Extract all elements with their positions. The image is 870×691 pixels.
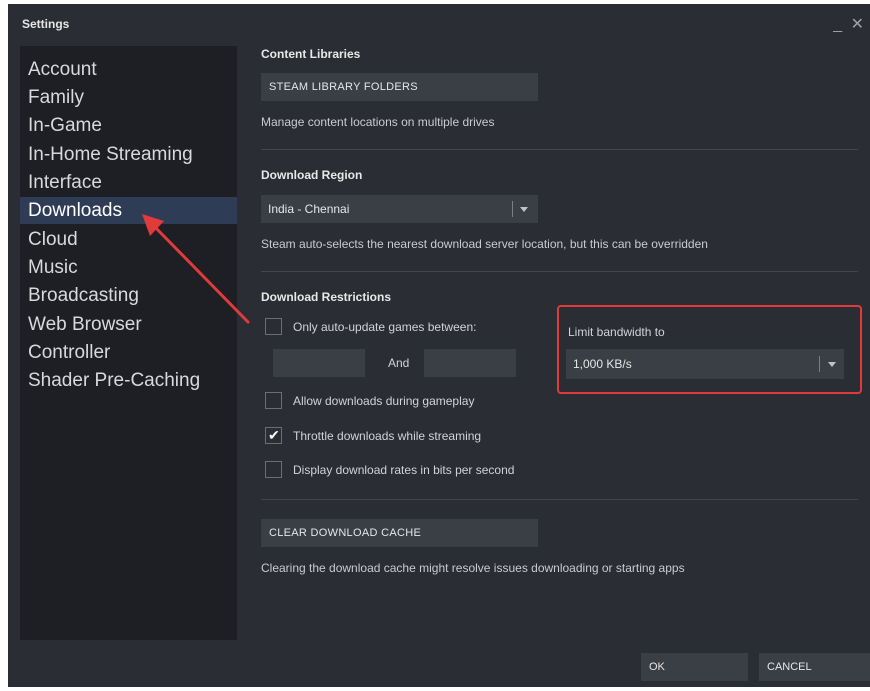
annotation-arrow-icon bbox=[142, 214, 250, 324]
